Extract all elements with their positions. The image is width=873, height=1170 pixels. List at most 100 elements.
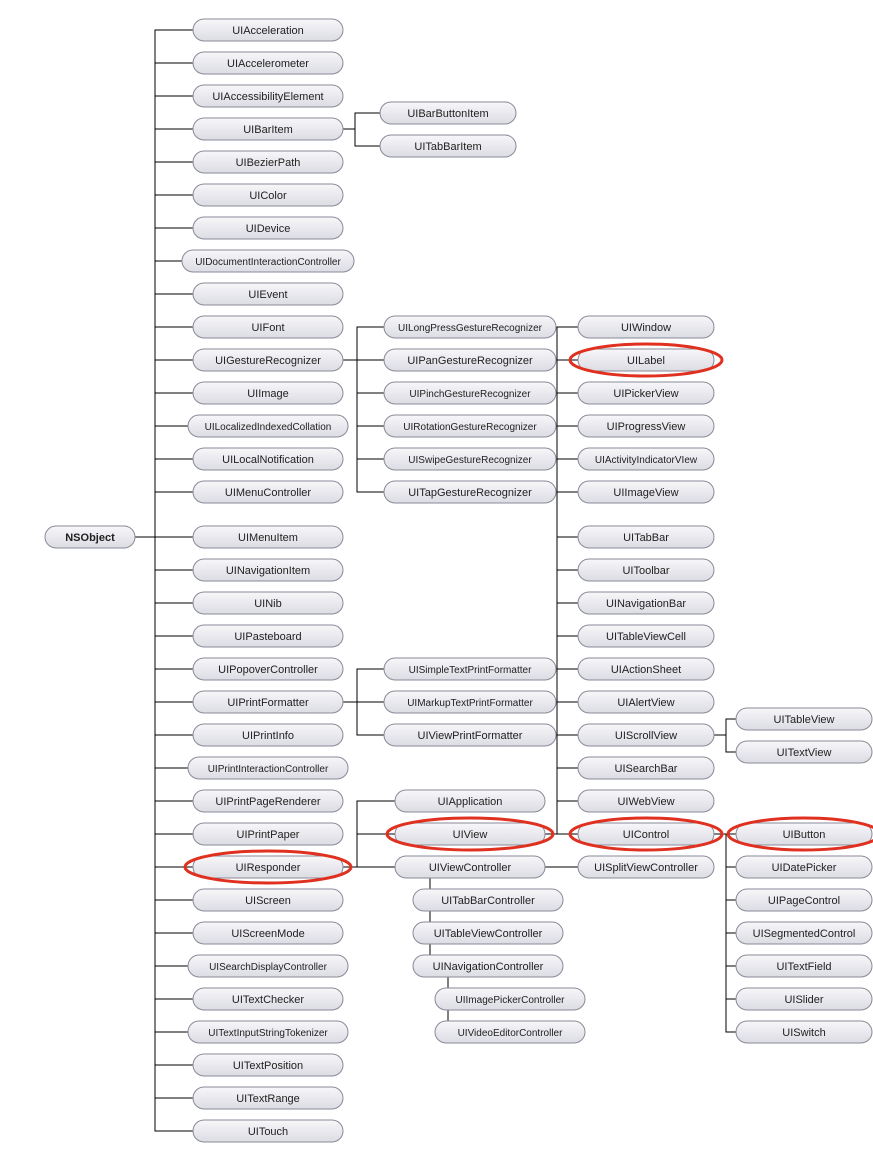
- class-node-UISearchBar[interactable]: UISearchBar: [578, 757, 714, 779]
- edge-NSObject-UILocalNotification: [135, 459, 193, 537]
- class-node-UITapGestureRecognizer[interactable]: UITapGestureRecognizer: [384, 481, 556, 503]
- class-node-UITabBar[interactable]: UITabBar: [578, 526, 714, 548]
- class-node-UIAlertView[interactable]: UIAlertView: [578, 691, 714, 713]
- class-node-UIScreen[interactable]: UIScreen: [193, 889, 343, 911]
- class-label: UIAccessibilityElement: [212, 91, 323, 103]
- class-label: UISwitch: [782, 1027, 825, 1039]
- class-label: UILocalizedIndexedCollation: [205, 422, 332, 433]
- class-node-UITextRange[interactable]: UITextRange: [193, 1087, 343, 1109]
- edge-UIGestureRecognizer-UISwipeGestureRecognizer: [343, 360, 384, 459]
- class-label: UIGestureRecognizer: [215, 355, 321, 367]
- class-node-UITextView[interactable]: UITextView: [736, 741, 872, 763]
- class-node-UIEvent[interactable]: UIEvent: [193, 283, 343, 305]
- class-node-UISwitch[interactable]: UISwitch: [736, 1021, 872, 1043]
- class-node-UISwipeGestureRecognizer[interactable]: UISwipeGestureRecognizer: [384, 448, 556, 470]
- class-node-UITextPosition[interactable]: UITextPosition: [193, 1054, 343, 1076]
- class-node-UIPrintInteractionController[interactable]: UIPrintInteractionController: [188, 757, 348, 779]
- class-node-UILocalizedIndexedCollation[interactable]: UILocalizedIndexedCollation: [188, 415, 348, 437]
- class-node-UITableView[interactable]: UITableView: [736, 708, 872, 730]
- class-node-UILongPressGestureRecognizer[interactable]: UILongPressGestureRecognizer: [384, 316, 556, 338]
- edge-UIView-UIActivityIndicatorVIew: [545, 459, 578, 834]
- class-node-UIButton[interactable]: UIButton: [736, 823, 872, 845]
- class-node-NSObject[interactable]: NSObject: [45, 526, 135, 548]
- class-node-UIWebView[interactable]: UIWebView: [578, 790, 714, 812]
- class-node-UIImagePickerController[interactable]: UIImagePickerController: [435, 988, 585, 1010]
- class-node-UIView[interactable]: UIView: [395, 823, 545, 845]
- class-node-UIPrintFormatter[interactable]: UIPrintFormatter: [193, 691, 343, 713]
- edge-NSObject-UIBarItem: [135, 129, 193, 537]
- class-node-UITableViewController[interactable]: UITableViewController: [413, 922, 563, 944]
- edge-UIScrollView-UITextView: [714, 735, 736, 752]
- class-label: UIToolbar: [622, 565, 669, 577]
- edge-NSObject-UIPrintInteractionController: [135, 537, 188, 768]
- class-node-UIImageView[interactable]: UIImageView: [578, 481, 714, 503]
- class-label: UIPanGestureRecognizer: [407, 355, 533, 367]
- class-node-UIMenuItem[interactable]: UIMenuItem: [193, 526, 343, 548]
- class-node-UIDatePicker[interactable]: UIDatePicker: [736, 856, 872, 878]
- class-label: UIPrintFormatter: [227, 697, 309, 709]
- edge-UIBarItem-UITabBarItem: [343, 129, 380, 146]
- class-node-UIVideoEditorController[interactable]: UIVideoEditorController: [435, 1021, 585, 1043]
- class-node-UIActionSheet[interactable]: UIActionSheet: [578, 658, 714, 680]
- class-label: UISearchDisplayController: [209, 962, 327, 973]
- class-node-UIControl[interactable]: UIControl: [578, 823, 714, 845]
- class-node-UIRotationGestureRecognizer[interactable]: UIRotationGestureRecognizer: [384, 415, 556, 437]
- edge-NSObject-UITextInputStringTokenizer: [135, 537, 188, 1032]
- class-node-UIViewPrintFormatter[interactable]: UIViewPrintFormatter: [384, 724, 556, 746]
- class-node-UITabBarItem[interactable]: UITabBarItem: [380, 135, 516, 157]
- class-node-UITextInputStringTokenizer[interactable]: UITextInputStringTokenizer: [188, 1021, 348, 1043]
- edge-UIControl-UISlider: [714, 834, 736, 999]
- class-node-UIScrollView[interactable]: UIScrollView: [578, 724, 714, 746]
- class-node-UILabel[interactable]: UILabel: [578, 349, 714, 371]
- class-node-UINavigationController[interactable]: UINavigationController: [413, 955, 563, 977]
- class-node-UIFont[interactable]: UIFont: [193, 316, 343, 338]
- class-node-UIPickerView[interactable]: UIPickerView: [578, 382, 714, 404]
- class-node-UIImage[interactable]: UIImage: [193, 382, 343, 404]
- class-node-UITouch[interactable]: UITouch: [193, 1120, 343, 1142]
- class-node-UITextField[interactable]: UITextField: [736, 955, 872, 977]
- class-node-UIToolbar[interactable]: UIToolbar: [578, 559, 714, 581]
- class-node-UIPrintPageRenderer[interactable]: UIPrintPageRenderer: [193, 790, 343, 812]
- class-node-UIViewController[interactable]: UIViewController: [395, 856, 545, 878]
- class-node-UITextChecker[interactable]: UITextChecker: [193, 988, 343, 1010]
- class-node-UILocalNotification[interactable]: UILocalNotification: [193, 448, 343, 470]
- class-node-UIMenuController[interactable]: UIMenuController: [193, 481, 343, 503]
- class-node-UINavigationBar[interactable]: UINavigationBar: [578, 592, 714, 614]
- class-node-UIGestureRecognizer[interactable]: UIGestureRecognizer: [193, 349, 343, 371]
- class-node-UIWindow[interactable]: UIWindow: [578, 316, 714, 338]
- class-node-UISegmentedControl[interactable]: UISegmentedControl: [736, 922, 872, 944]
- class-node-UIPrintPaper[interactable]: UIPrintPaper: [193, 823, 343, 845]
- class-node-UIAccessibilityElement[interactable]: UIAccessibilityElement: [193, 85, 343, 107]
- class-label: UIWebView: [617, 796, 674, 808]
- class-node-UIDocumentInteractionController[interactable]: UIDocumentInteractionController: [182, 250, 354, 272]
- class-node-UIPasteboard[interactable]: UIPasteboard: [193, 625, 343, 647]
- class-node-UIProgressView[interactable]: UIProgressView: [578, 415, 714, 437]
- class-node-UIDevice[interactable]: UIDevice: [193, 217, 343, 239]
- class-node-UIBezierPath[interactable]: UIBezierPath: [193, 151, 343, 173]
- class-node-UIActivityIndicatorVIew[interactable]: UIActivityIndicatorVIew: [578, 448, 714, 470]
- class-node-UISlider[interactable]: UISlider: [736, 988, 872, 1010]
- class-node-UISplitViewController[interactable]: UISplitViewController: [578, 856, 714, 878]
- class-node-UIPinchGestureRecognizer[interactable]: UIPinchGestureRecognizer: [384, 382, 556, 404]
- class-node-UIMarkupTextPrintFormatter[interactable]: UIMarkupTextPrintFormatter: [384, 691, 556, 713]
- class-node-UIPanGestureRecognizer[interactable]: UIPanGestureRecognizer: [384, 349, 556, 371]
- class-node-UISearchDisplayController[interactable]: UISearchDisplayController: [188, 955, 348, 977]
- class-node-UIBarButtonItem[interactable]: UIBarButtonItem: [380, 102, 516, 124]
- class-node-UIResponder[interactable]: UIResponder: [193, 856, 343, 878]
- class-node-UIBarItem[interactable]: UIBarItem: [193, 118, 343, 140]
- class-node-UITableViewCell[interactable]: UITableViewCell: [578, 625, 714, 647]
- class-node-UIPageControl[interactable]: UIPageControl: [736, 889, 872, 911]
- class-node-UIApplication[interactable]: UIApplication: [395, 790, 545, 812]
- class-node-UIColor[interactable]: UIColor: [193, 184, 343, 206]
- class-node-UITabBarController[interactable]: UITabBarController: [413, 889, 563, 911]
- class-label: UITabBarController: [441, 895, 535, 907]
- class-node-UINavigationItem[interactable]: UINavigationItem: [193, 559, 343, 581]
- class-node-UIPopoverController[interactable]: UIPopoverController: [193, 658, 343, 680]
- class-node-UIPrintInfo[interactable]: UIPrintInfo: [193, 724, 343, 746]
- class-node-UIAcceleration[interactable]: UIAcceleration: [193, 19, 343, 41]
- class-label: UIImageView: [613, 487, 678, 499]
- class-node-UIScreenMode[interactable]: UIScreenMode: [193, 922, 343, 944]
- class-node-UIAccelerometer[interactable]: UIAccelerometer: [193, 52, 343, 74]
- class-node-UISimpleTextPrintFormatter[interactable]: UISimpleTextPrintFormatter: [384, 658, 556, 680]
- class-node-UINib[interactable]: UINib: [193, 592, 343, 614]
